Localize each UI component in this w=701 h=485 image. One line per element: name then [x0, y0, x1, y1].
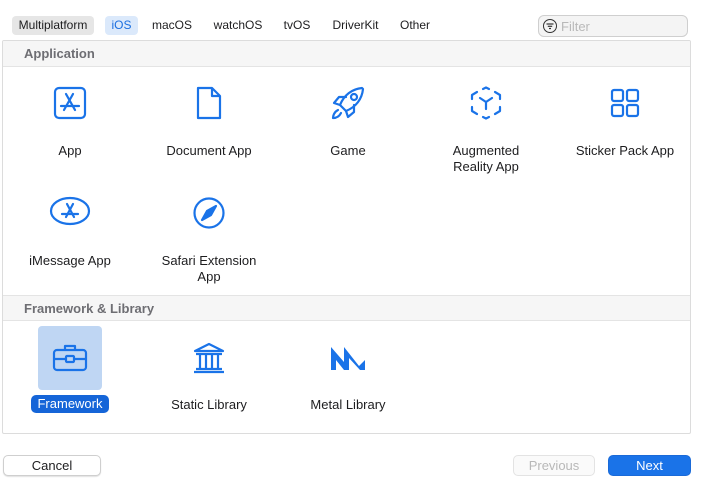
template-label: Augmented Reality App: [452, 143, 520, 174]
template-metal-library[interactable]: Metal Library: [278, 326, 418, 421]
section-title: Application: [24, 46, 95, 61]
section-header-framework-library: Framework & Library: [3, 295, 690, 321]
template-augmented-reality-app[interactable]: Augmented Reality App: [416, 71, 556, 191]
template-sticker-pack-app[interactable]: Sticker Pack App: [555, 71, 690, 181]
tab-ios[interactable]: iOS: [105, 16, 138, 35]
tab-watchos[interactable]: watchOS: [208, 16, 268, 35]
filter-field[interactable]: Filter: [538, 15, 688, 37]
template-label: Sticker Pack App: [575, 143, 675, 158]
template-safari-extension-app[interactable]: Safari Extension App: [139, 181, 279, 301]
template-label-text: Framework: [31, 395, 109, 413]
filter-icon: [543, 19, 557, 33]
tab-multiplatform[interactable]: Multiplatform: [12, 16, 94, 35]
template-imessage-app[interactable]: iMessage App: [3, 181, 140, 291]
grid-icon: [593, 71, 657, 135]
tab-tvos[interactable]: tvOS: [279, 16, 315, 35]
tab-driverkit[interactable]: DriverKit: [327, 16, 384, 35]
template-static-library[interactable]: Static Library: [139, 326, 279, 421]
tab-other[interactable]: Other: [395, 16, 435, 35]
tab-macos[interactable]: macOS: [148, 16, 196, 35]
compass-icon: [177, 181, 241, 245]
toolbox-icon: [38, 326, 102, 390]
template-label: Document App: [166, 143, 252, 158]
library-building-icon: [177, 326, 241, 390]
template-game[interactable]: Game: [278, 71, 418, 181]
section-header-application: Application: [3, 41, 690, 67]
template-document-app[interactable]: Document App: [139, 71, 279, 181]
cancel-button[interactable]: Cancel: [3, 455, 101, 476]
template-label: Metal Library: [310, 397, 386, 412]
template-label: Game: [330, 143, 366, 158]
imessage-app-icon: [38, 181, 102, 245]
template-label: Safari Extension App: [161, 253, 257, 284]
previous-button[interactable]: Previous: [513, 455, 595, 476]
filter-placeholder: Filter: [561, 19, 590, 34]
template-label: Framework: [3, 395, 140, 413]
section-title: Framework & Library: [24, 301, 155, 316]
rocket-icon: [316, 71, 380, 135]
template-label: App: [58, 143, 82, 158]
template-label: iMessage App: [29, 253, 111, 268]
template-framework[interactable]: Framework: [3, 326, 140, 421]
template-label: Static Library: [171, 397, 247, 412]
metal-icon: [316, 326, 380, 390]
document-icon: [177, 71, 241, 135]
ar-cube-icon: [454, 71, 518, 135]
template-app[interactable]: App: [3, 71, 140, 181]
app-store-icon: [38, 71, 102, 135]
template-panel: Application App Document App Game Augmen…: [2, 40, 691, 434]
next-button[interactable]: Next: [608, 455, 691, 476]
